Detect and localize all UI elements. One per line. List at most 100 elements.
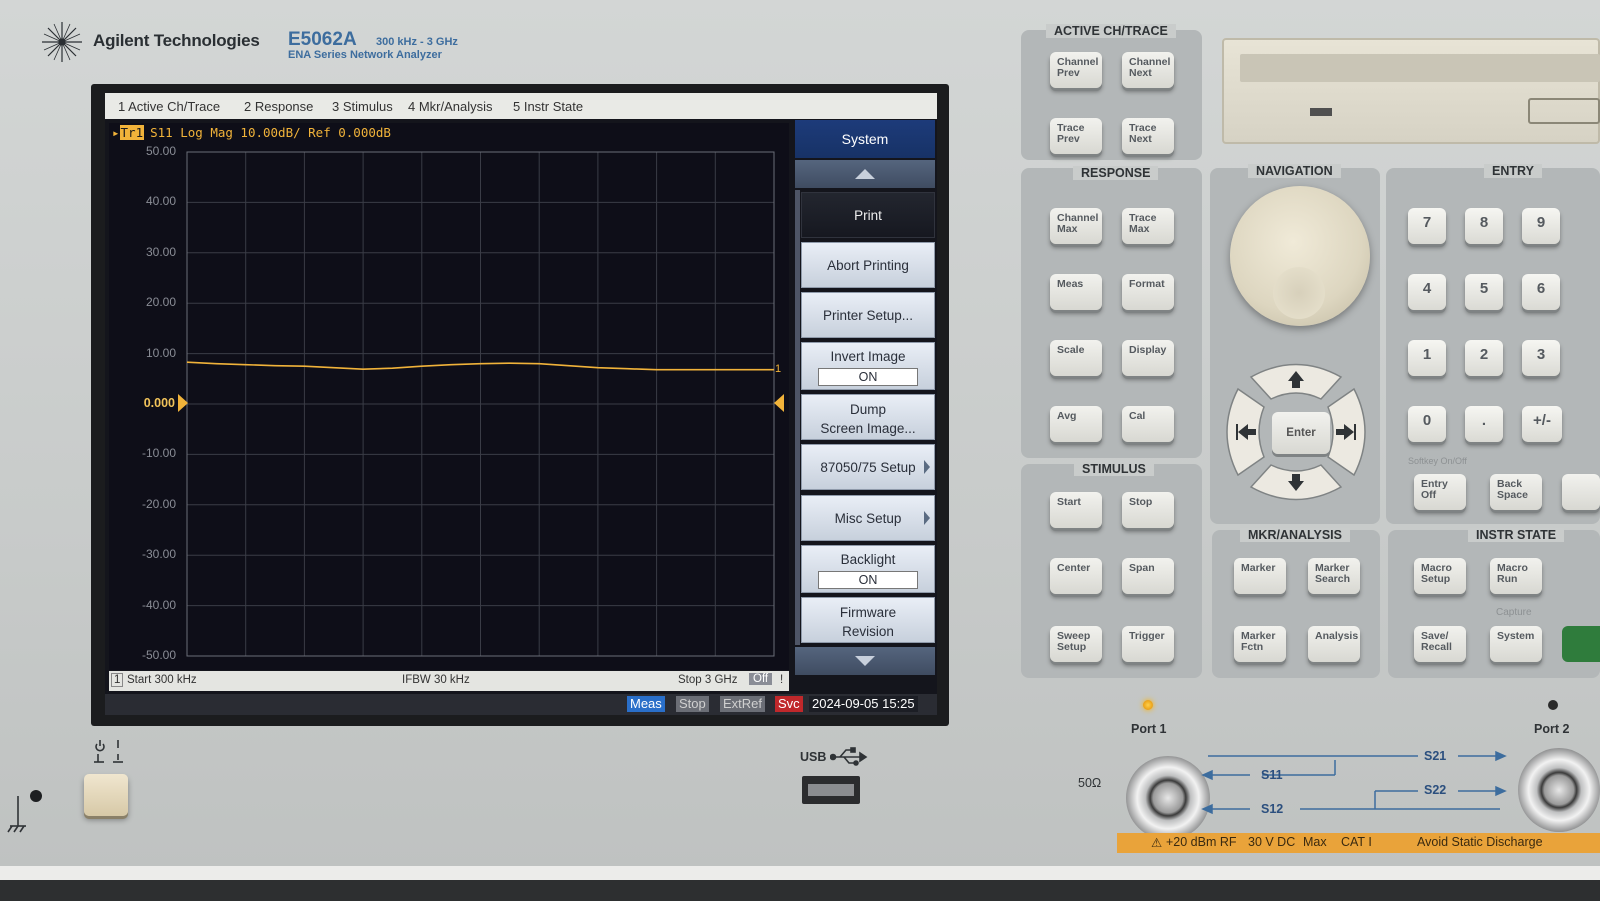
menu-mkr-analysis[interactable]: 4 Mkr/Analysis <box>408 99 493 114</box>
capture-label: Capture <box>1496 607 1532 618</box>
scroll-up-icon <box>855 169 875 179</box>
softkey-backlight[interactable]: Backlight ON <box>801 545 935 593</box>
softkey-firmware-revision[interactable]: Firmware Revision <box>801 597 935 643</box>
menu-active-ch-trace[interactable]: 1 Active Ch/Trace <box>118 99 220 114</box>
trace-max-key[interactable]: Trace Max <box>1122 208 1174 244</box>
key-4[interactable]: 4 <box>1408 274 1446 310</box>
cal-key[interactable]: Cal <box>1122 406 1174 442</box>
key-decimal[interactable]: . <box>1465 406 1503 442</box>
backlight-label: Backlight <box>840 552 896 567</box>
avg-key[interactable]: Avg <box>1050 406 1102 442</box>
softkey-scrollbar[interactable] <box>795 190 800 645</box>
key-1[interactable]: 1 <box>1408 340 1446 376</box>
mkr-analysis-label: MKR/ANALYSIS <box>1240 528 1350 542</box>
marker-key[interactable]: Marker <box>1234 558 1286 594</box>
firmware-line-1: Firmware <box>839 605 897 620</box>
key-2[interactable]: 2 <box>1465 340 1503 376</box>
y-tick-label: -50.00 <box>141 648 176 662</box>
y-tick-label: -30.00 <box>141 547 176 562</box>
y-tick-label: 30.00 <box>145 244 176 259</box>
key-9[interactable]: 9 <box>1522 208 1560 244</box>
analysis-key[interactable]: Analysis <box>1308 626 1360 662</box>
y-tick-label: 20.00 <box>145 295 176 310</box>
port2-connector[interactable] <box>1518 748 1600 832</box>
macro-run-key[interactable]: Macro Run <box>1490 558 1542 594</box>
key-0[interactable]: 0 <box>1408 406 1446 442</box>
submenu-arrow-icon <box>924 511 930 525</box>
back-space-key[interactable]: Back Space <box>1490 474 1542 510</box>
status-svc: Svc <box>775 696 803 712</box>
status-datetime: 2024-09-05 15:25 <box>809 696 918 712</box>
s12-label: S12 <box>1261 802 1284 816</box>
dump-line-2: Screen Image... <box>820 421 916 436</box>
trace-prev-key[interactable]: Trace Prev <box>1050 118 1102 154</box>
instr-state-label: INSTR STATE <box>1468 528 1565 542</box>
usb-port[interactable] <box>802 776 860 804</box>
trace-next-key[interactable]: Trace Next <box>1122 118 1174 154</box>
softkey-dump-screen-image[interactable]: Dump Screen Image... <box>801 394 935 440</box>
marker-fctn-key[interactable]: Marker Fctn <box>1234 626 1286 662</box>
port1-connector[interactable] <box>1126 756 1210 840</box>
macro-setup-key[interactable]: Macro Setup <box>1414 558 1466 594</box>
stimulus-group <box>1021 464 1202 678</box>
key-5[interactable]: 5 <box>1465 274 1503 310</box>
channel-prev-key[interactable]: Channel Prev <box>1050 52 1102 88</box>
eject-button[interactable] <box>1528 98 1600 124</box>
menu-response[interactable]: 2 Response <box>244 99 313 114</box>
partial-key[interactable] <box>1562 474 1600 510</box>
start-key[interactable]: Start <box>1050 492 1102 528</box>
save-recall-key[interactable]: Save/Recall <box>1414 626 1466 662</box>
display-key[interactable]: Display <box>1122 340 1174 376</box>
marker-search-key[interactable]: Marker Search <box>1308 558 1360 594</box>
softkey-misc-setup[interactable]: Misc Setup <box>801 495 935 541</box>
port1-led <box>1143 700 1153 710</box>
usb-label: USB <box>800 750 827 764</box>
y-tick-label: -10.00 <box>141 446 176 461</box>
channel-max-key[interactable]: Channel Max <box>1050 208 1102 244</box>
sweep-setup-key[interactable]: Sweep Setup <box>1050 626 1102 662</box>
invert-image-value: ON <box>818 368 918 386</box>
system-key[interactable]: System <box>1490 626 1542 662</box>
softkey-print[interactable]: Print <box>801 192 935 238</box>
stop-frequency: Stop 3 GHz <box>678 674 738 686</box>
stop-key[interactable]: Stop <box>1122 492 1174 528</box>
key-3[interactable]: 3 <box>1522 340 1560 376</box>
center-key[interactable]: Center <box>1050 558 1102 594</box>
preset-key-partial[interactable] <box>1562 626 1600 662</box>
softkey-87050-setup[interactable]: 87050/75 Setup <box>801 444 935 490</box>
enter-key[interactable]: Enter <box>1272 412 1330 454</box>
navigation-label: NAVIGATION <box>1248 164 1341 178</box>
key-plus-minus[interactable]: +/- <box>1522 406 1562 442</box>
softkey-menu-title: System <box>795 120 935 158</box>
submenu-arrow-icon <box>924 460 930 474</box>
standby-icon <box>94 740 123 763</box>
stimulus-bar: 1 Start 300 kHz IFBW 30 kHz Stop 3 GHz O… <box>109 671 789 691</box>
meas-key[interactable]: Meas <box>1050 274 1102 310</box>
channel-next-key[interactable]: Channel Next <box>1122 52 1174 88</box>
key-6[interactable]: 6 <box>1522 274 1560 310</box>
brand-name: Agilent Technologies <box>93 31 260 50</box>
softkey-printer-setup[interactable]: Printer Setup... <box>801 292 935 338</box>
softkey-scroll-up[interactable] <box>795 160 935 188</box>
scale-key[interactable]: Scale <box>1050 340 1102 376</box>
softkey-invert-image[interactable]: Invert Image ON <box>801 342 935 390</box>
sweep-off-indicator[interactable]: Off <box>749 673 773 685</box>
key-7[interactable]: 7 <box>1408 208 1446 244</box>
menu-stimulus[interactable]: 3 Stimulus <box>332 99 393 114</box>
y-tick-label: -40.00 <box>141 597 176 612</box>
y-tick-label: -20.00 <box>141 496 176 511</box>
warning-static: Avoid Static Discharge <box>1417 835 1543 849</box>
series-name: ENA Series Network Analyzer <box>288 49 442 61</box>
key-8[interactable]: 8 <box>1465 208 1503 244</box>
power-button[interactable] <box>84 774 128 816</box>
trigger-key[interactable]: Trigger <box>1122 626 1174 662</box>
warning-dc: 30 V DC <box>1248 835 1296 849</box>
entry-off-key[interactable]: Entry Off <box>1414 474 1466 510</box>
format-key[interactable]: Format <box>1122 274 1174 310</box>
softkey-abort-printing[interactable]: Abort Printing <box>801 242 935 288</box>
menu-instr-state[interactable]: 5 Instr State <box>513 99 583 114</box>
softkey-scroll-down[interactable] <box>795 647 935 675</box>
warning-triangle-icon: ⚠ <box>1151 836 1163 850</box>
firmware-line-2: Revision <box>842 624 894 639</box>
span-key[interactable]: Span <box>1122 558 1174 594</box>
